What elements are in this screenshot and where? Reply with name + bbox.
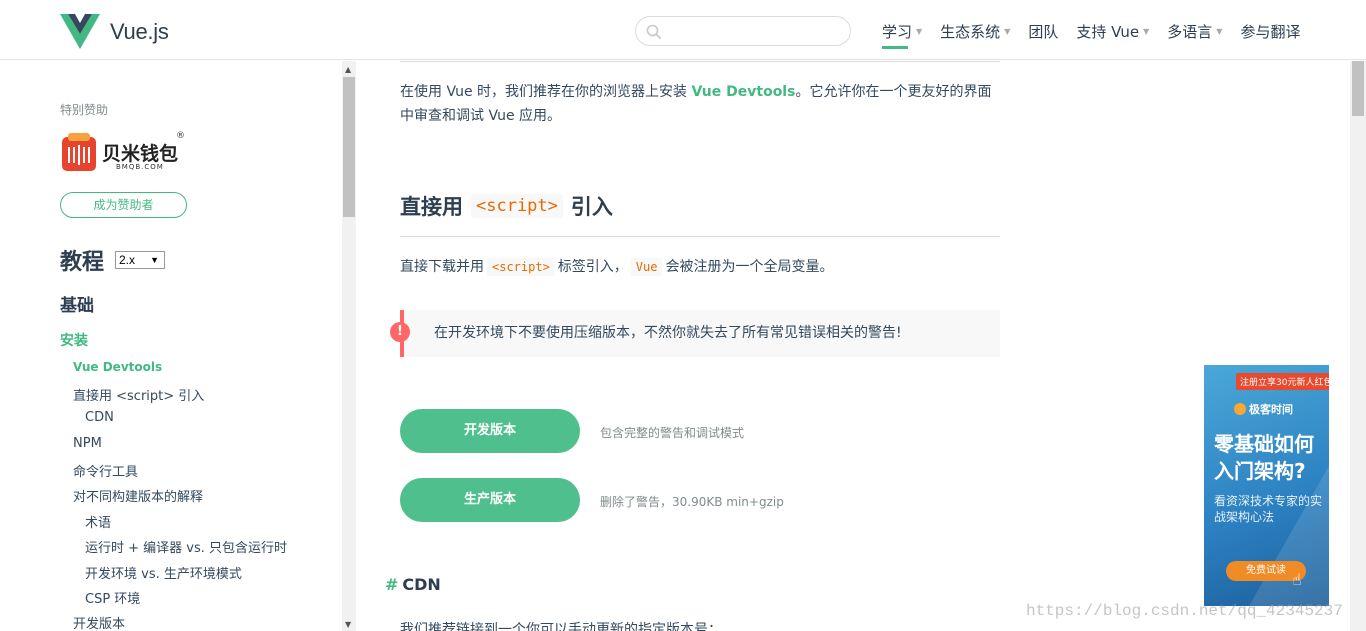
divider [400,236,1000,237]
prod-version-button[interactable]: 生产版本 [400,478,580,522]
scroll-down-icon[interactable]: ▼ [345,620,351,629]
dev-version-description: 包含完整的警告和调试模式 [600,426,745,440]
cdn-paragraph: 我们推荐链接到一个你可以手动更新的指定版本号： [400,622,722,631]
direct-script-paragraph: 直接下载并用 <script> 标签引入， Vue 会被注册为一个全局变量。 [400,258,834,276]
section-heading-direct-script: 直接用 <script> 引入 [400,194,613,219]
dev-version-button[interactable]: 开发版本 [400,409,580,453]
ad-subline: 看资深技术专家的实战架构心法 [1214,494,1323,524]
prod-version-description: 删除了警告，30.90KB min+gzip [600,495,784,509]
ad-badge: 注册立享30元新人红包 [1236,373,1329,390]
brand-logo-icon [1234,403,1246,415]
sidebar-item-direct-script[interactable]: 直接用 <script> 引入 [73,385,204,404]
watermark: https://blog.csdn.net/qq_42345237 [1026,602,1343,620]
sidebar-item-vue-devtools[interactable]: Vue Devtools [73,360,162,374]
sidebar-item-npm[interactable]: NPM [73,436,102,451]
inline-code: Vue [630,258,663,276]
anchor-hash-icon[interactable]: # [385,575,398,594]
vue-logo-icon [60,14,100,49]
sponsor-name: 贝米钱包 [102,143,179,165]
sidebar-item-install[interactable]: 安装 [60,330,88,350]
active-indicator [882,46,909,49]
devtools-paragraph: 在使用 Vue 时，我们推荐在你的浏览器上安装 Vue Devtools。它允许… [400,84,992,124]
section-title: 基础 [60,296,94,316]
scrollbar-thumb[interactable] [343,77,355,217]
site-header: Vue.js 学习 ▼ 生态系统 ▼ 团队 支持 Vue ▼ 多语言 ▼ 参与翻译 [0,0,1366,60]
search-box[interactable] [635,16,851,46]
sidebar-item-dev-build[interactable]: 开发版本 [73,613,125,631]
chevron-down-icon: ▼ [1216,26,1223,36]
search-icon [646,24,662,40]
logo[interactable]: Vue.js [60,14,169,50]
ad-brand: 极客时间 [1234,401,1293,417]
sidebar-item-csp[interactable]: CSP 环境 [85,588,140,607]
main-content: 在使用 Vue 时，我们推荐在你的浏览器上安装 Vue Devtools。它允许… [385,61,1005,631]
sidebar-item-dev-vs-prod[interactable]: 开发环境 vs. 生产环境模式 [85,563,242,582]
logo-text: Vue.js [110,19,169,44]
sidebar-item-cli[interactable]: 命令行工具 [73,461,138,480]
section-heading-cdn: # CDN [385,575,441,594]
nav-translate[interactable]: 参与翻译 [1240,19,1300,43]
sidebar-item-terms[interactable]: 术语 [85,512,111,531]
sidebar-scrollbar[interactable]: ▲ ▼ [342,61,356,631]
search-input[interactable] [668,21,840,41]
become-sponsor-button[interactable]: 成为赞助者 [60,192,187,218]
warning-icon: ! [390,322,410,342]
warning-text: 在开发环境下不要使用压缩版本，不然你就失去了所有常见错误相关的警告! [434,325,902,341]
nav-learn[interactable]: 学习 ▼ [882,19,923,49]
sidebar-item-runtime-compiler[interactable]: 运行时 + 编译器 vs. 只包含运行时 [85,537,287,556]
chevron-down-icon: ▼ [1143,26,1150,36]
version-select[interactable]: 2.x ▼ [115,251,165,269]
scroll-up-icon[interactable]: ▲ [345,65,351,74]
ad-building-graphic [1249,466,1329,606]
chevron-down-icon: ▼ [916,26,923,36]
top-nav: 学习 ▼ 生态系统 ▼ 团队 支持 Vue ▼ 多语言 ▼ 参与翻译 [882,19,1318,49]
nav-languages[interactable]: 多语言 ▼ [1167,19,1222,43]
ad-headline: 零基础如何入门架构? [1214,432,1314,483]
nav-team[interactable]: 团队 [1028,19,1058,43]
divider [400,61,1000,62]
nav-support-vue[interactable]: 支持 Vue ▼ [1076,19,1149,43]
inline-code: <script> [471,194,563,218]
advertisement[interactable]: 注册立享30元新人红包 极客时间 零基础如何入门架构? 看资深技术专家的实战架构… [1204,365,1329,606]
vue-devtools-link[interactable]: Vue Devtools [691,84,795,100]
sponsor-label: 特别赞助 [60,103,109,117]
hand-cursor-icon: ☝ [1292,570,1302,589]
scrollbar-thumb[interactable] [1352,61,1364,116]
sponsor-logo[interactable]: 贝米钱包 BMQB.COM ® [60,131,190,177]
warning-box: ! 在开发环境下不要使用压缩版本，不然你就失去了所有常见错误相关的警告! [390,310,1000,357]
tutorial-title: 教程 [60,250,105,275]
inline-code: <script> [487,258,555,276]
sidebar: 特别赞助 贝米钱包 BMQB.COM ® 成为赞助者 教程 2.x ▼ 基础 安… [0,61,342,631]
sidebar-item-cdn[interactable]: CDN [85,410,114,425]
page-scrollbar[interactable] [1350,61,1366,631]
nav-ecosystem[interactable]: 生态系统 ▼ [940,19,1010,43]
sidebar-item-builds[interactable]: 对不同构建版本的解释 [73,486,203,505]
sponsor-domain: BMQB.COM [116,163,164,171]
registered-mark-icon: ® [176,131,185,141]
chevron-down-icon: ▼ [1004,26,1011,36]
chevron-down-icon: ▼ [150,255,159,265]
